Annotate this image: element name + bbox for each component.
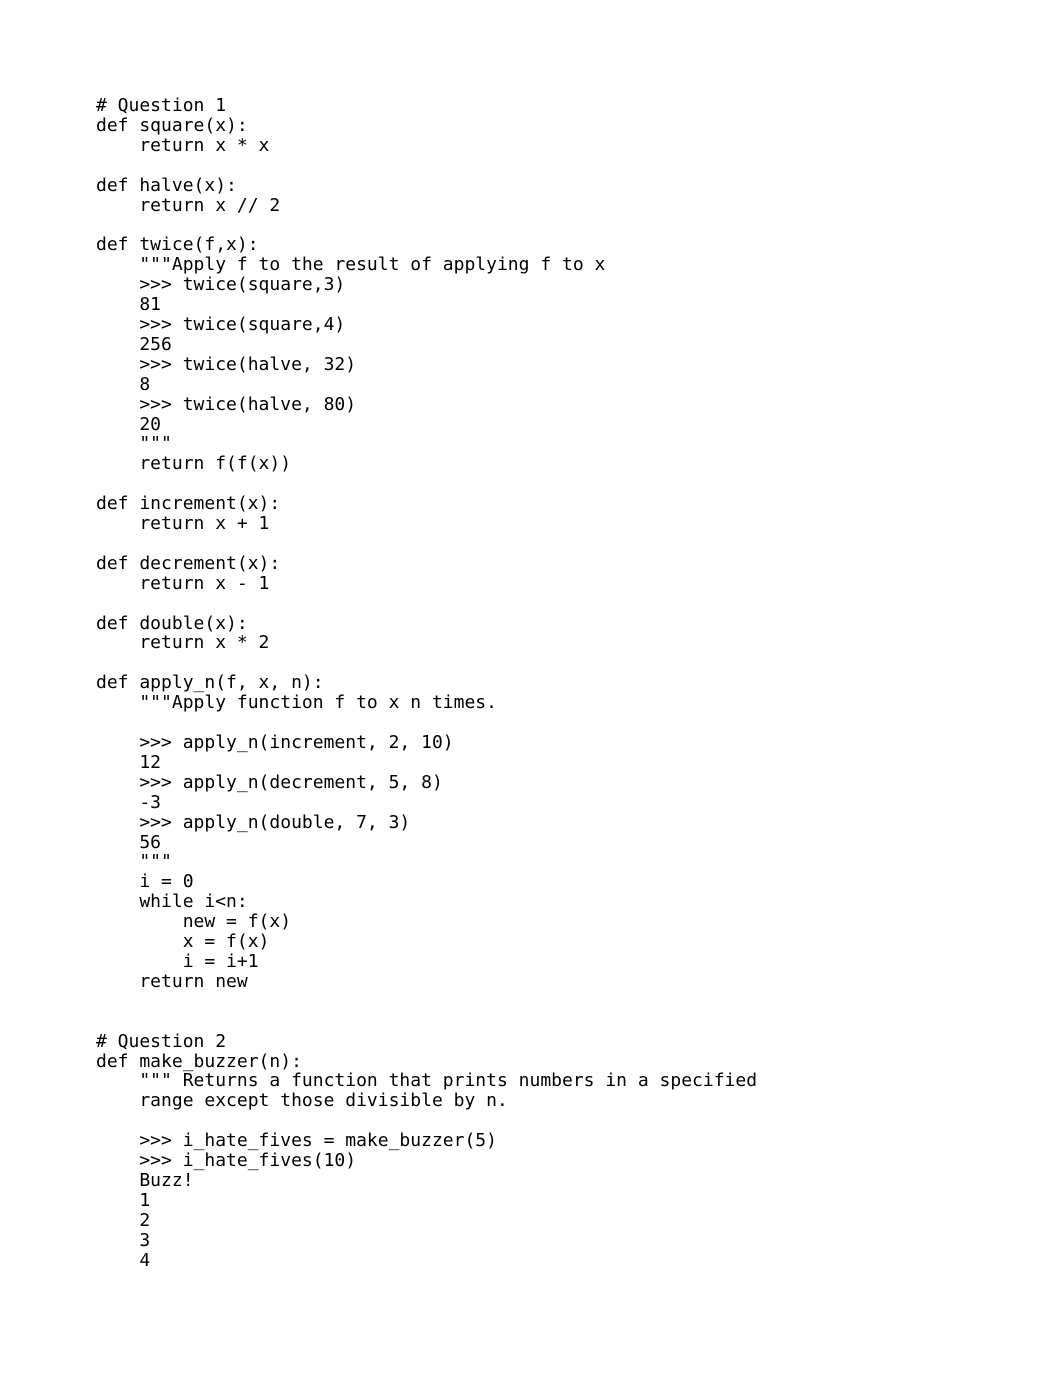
code-line: return new <box>96 970 248 992</box>
code-line: 56 <box>96 831 162 853</box>
code-line: # Question 2 <box>96 1030 227 1052</box>
code-line: >>> i_hate_fives(10) <box>96 1150 357 1172</box>
code-line: Buzz! <box>96 1169 194 1191</box>
code-line: """Apply function f to x n times. <box>96 692 497 714</box>
code-line: def double(x): <box>96 612 248 634</box>
code-line: >>> twice(square,3) <box>96 274 346 296</box>
code-line: >>> apply_n(decrement, 5, 8) <box>96 771 443 793</box>
code-line: def twice(f,x): <box>96 234 259 256</box>
code-line: """ Returns a function that prints numbe… <box>96 1070 758 1092</box>
code-line: >>> apply_n(increment, 2, 10) <box>96 732 454 753</box>
code-line: >>> i_hate_fives = make_buzzer(5) <box>96 1130 497 1152</box>
code-line: i = 0 <box>96 871 194 893</box>
code-line: 4 <box>96 1249 151 1271</box>
code-line: def square(x): <box>96 114 248 136</box>
code-line: >>> twice(square,4) <box>96 313 346 335</box>
code-line: def halve(x): <box>96 174 237 196</box>
code-listing[interactable]: # Question 1 def square(x): return x * x … <box>96 96 757 1270</box>
code-line: def apply_n(f, x, n): <box>96 672 324 694</box>
code-line: >>> twice(halve, 80) <box>96 393 357 415</box>
code-line: 3 <box>96 1229 151 1251</box>
code-line: # Question 1 <box>96 95 227 116</box>
code-line: 2 <box>96 1209 151 1231</box>
code-line: 81 <box>96 294 162 316</box>
code-line: 1 <box>96 1189 151 1211</box>
code-line: 256 <box>96 333 172 355</box>
code-line: 8 <box>96 373 151 395</box>
code-line: >>> twice(halve, 32) <box>96 353 357 375</box>
code-line: """Apply f to the result of applying f t… <box>96 254 606 276</box>
code-line: >>> apply_n(double, 7, 3) <box>96 811 411 833</box>
code-line: x = f(x) <box>96 931 270 953</box>
code-line: def increment(x): <box>96 493 281 515</box>
code-line: """ <box>96 433 172 455</box>
code-line: def make_buzzer(n): <box>96 1050 302 1072</box>
code-line: 12 <box>96 751 162 773</box>
code-line: return x - 1 <box>96 572 270 594</box>
code-line: def decrement(x): <box>96 552 281 574</box>
code-line: i = i+1 <box>96 950 259 972</box>
code-line: return x * x <box>96 134 270 156</box>
code-line: return f(f(x)) <box>96 453 292 475</box>
code-line: return x + 1 <box>96 513 270 535</box>
code-line: 20 <box>96 413 162 435</box>
code-line: while i<n: <box>96 891 248 913</box>
code-line: """ <box>96 851 172 873</box>
code-line: new = f(x) <box>96 911 292 933</box>
code-line: return x * 2 <box>96 632 270 654</box>
code-line: return x // 2 <box>96 194 281 216</box>
code-line: range except those divisible by n. <box>96 1090 508 1112</box>
code-line: -3 <box>96 791 162 813</box>
document-page: # Question 1 def square(x): return x * x … <box>0 0 1062 1377</box>
